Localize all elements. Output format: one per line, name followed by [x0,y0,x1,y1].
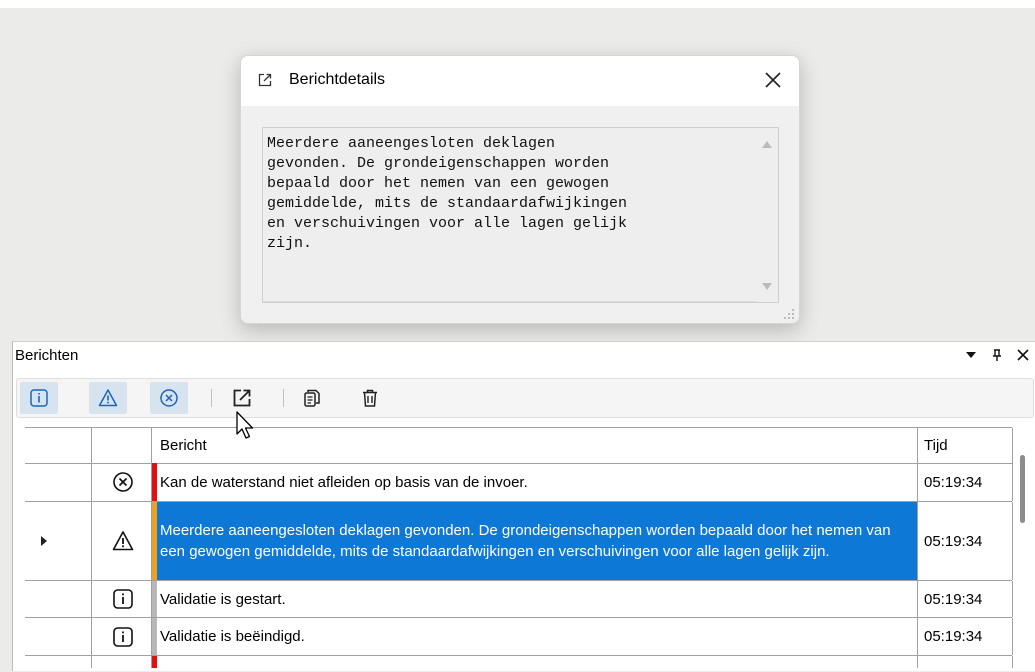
open-dialog-icon [233,389,251,407]
table-row[interactable]: Validatie is gestart. 05:19:34 [25,581,1013,618]
severity-strip [152,656,157,668]
row-time[interactable]: 05:19:34 [918,463,1013,501]
row-icon-cell [92,463,152,501]
close-icon[interactable] [761,68,785,92]
header-time[interactable]: Tijd [918,428,1013,463]
severity-strip [152,502,157,580]
messages-panel: Berichten Bericht Tijd Kan de waterstand… [12,341,1035,671]
row-selector[interactable] [25,656,92,668]
message-details-dialog: Berichtdetails Meerdere aaneengesloten d… [240,55,800,324]
row-message[interactable]: Meerdere aaneengesloten deklagen gevonde… [152,502,918,580]
scroll-up-icon[interactable] [762,141,772,148]
header-selector-cell [25,428,92,463]
warning-icon [112,531,134,551]
severity-strip [152,581,157,617]
row-icon-cell [92,581,152,617]
row-selector[interactable] [25,463,92,501]
warning-icon [98,389,118,407]
close-icon[interactable] [1016,348,1030,362]
toolbar-separator [211,389,212,407]
table-row[interactable] [25,656,1013,668]
info-filter-button[interactable] [20,382,58,414]
row-message[interactable]: Validatie is gestart. [152,581,918,617]
table-row[interactable]: Validatie is beëindigd. 05:19:34 [25,618,1013,656]
scroll-down-icon[interactable] [762,283,772,290]
error-filter-button[interactable] [150,382,188,414]
row-icon-cell [92,618,152,655]
trash-icon [363,389,377,407]
row-message[interactable]: Kan de waterstand niet afleiden op basis… [152,463,918,501]
copy-button[interactable] [293,382,331,414]
header-icon-cell [92,428,152,463]
table-row[interactable]: Kan de waterstand niet afleiden op basis… [25,463,1013,502]
grid-scrollbar[interactable] [1017,422,1029,672]
dialog-titlebar[interactable]: Berichtdetails [241,56,799,106]
error-icon [160,389,178,407]
top-strip [0,0,1035,8]
resize-grip-icon[interactable] [783,308,795,320]
pin-icon[interactable] [990,348,1004,362]
row-time[interactable]: 05:19:34 [918,502,1013,580]
copy-icon [304,389,320,407]
warning-filter-button[interactable] [89,382,127,414]
dialog-title: Berichtdetails [289,71,386,88]
textbox-divider [263,301,756,302]
row-message[interactable] [152,656,918,668]
error-icon [113,472,133,492]
scrollbar-thumb[interactable] [1020,455,1025,523]
row-time[interactable]: 05:19:34 [918,618,1013,655]
header-message[interactable]: Bericht [152,428,918,463]
row-icon-cell [92,656,152,668]
message-textbox[interactable]: Meerdere aaneengesloten deklagen gevonde… [262,127,779,303]
row-selector[interactable] [25,502,92,580]
table-row-selected[interactable]: Meerdere aaneengesloten deklagen gevonde… [25,502,1013,581]
current-row-icon [41,536,47,546]
message-scrollbar[interactable] [756,128,778,302]
message-text[interactable]: Meerdere aaneengesloten deklagen gevonde… [267,134,747,254]
toolbar-separator [283,389,284,407]
row-selector[interactable] [25,618,92,655]
panel-controls [964,348,1030,362]
row-time[interactable]: 05:19:34 [918,581,1013,617]
row-selector[interactable] [25,581,92,617]
info-icon [30,389,48,407]
panel-title: Berichten [15,347,79,364]
row-icon-cell [92,502,152,580]
edit-icon [258,73,272,87]
delete-button[interactable] [351,382,389,414]
grid-header: Bericht Tijd [25,427,1013,464]
dropdown-icon[interactable] [964,348,978,362]
row-time[interactable] [918,656,1013,668]
severity-strip [152,463,157,501]
mouse-cursor-icon [236,411,254,439]
severity-strip [152,618,157,655]
messages-toolbar [16,378,1034,418]
row-message[interactable]: Validatie is beëindigd. [152,618,918,655]
info-icon [113,589,133,609]
info-icon [113,626,133,647]
